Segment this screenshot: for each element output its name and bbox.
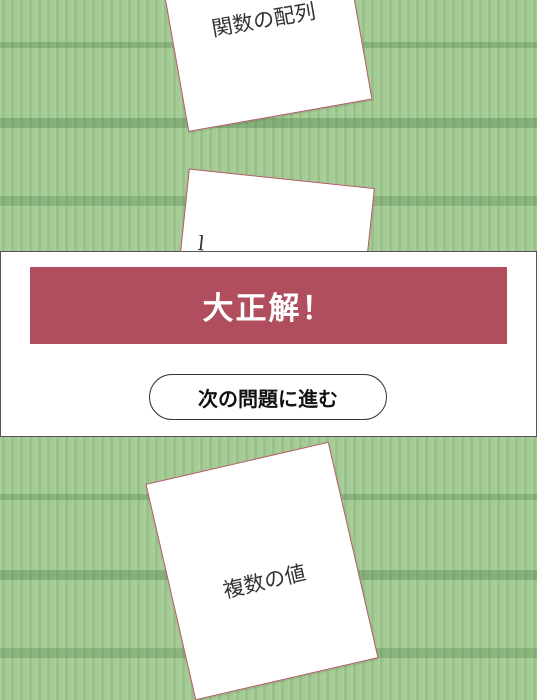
result-banner: 大正解！ bbox=[30, 267, 507, 344]
card-label: 関数の配列 bbox=[209, 0, 318, 42]
answer-card[interactable]: 複数の値 bbox=[145, 441, 379, 700]
result-message: 大正解！ bbox=[202, 291, 335, 327]
next-question-label: 次の問題に進む bbox=[198, 386, 338, 411]
answer-card[interactable]: 関数の配列 bbox=[158, 0, 373, 132]
next-question-button[interactable]: 次の問題に進む bbox=[149, 374, 387, 420]
result-dialog: 大正解！ 次の問題に進む bbox=[0, 251, 537, 437]
card-label: 複数の値 bbox=[220, 560, 309, 603]
